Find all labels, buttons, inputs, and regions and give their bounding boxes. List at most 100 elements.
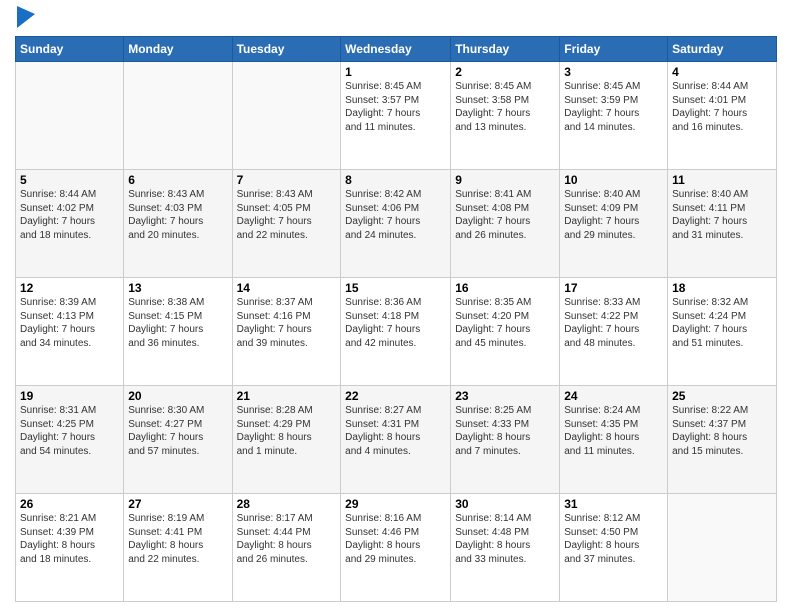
- day-number: 3: [564, 65, 663, 79]
- day-info: Sunrise: 8:45 AM Sunset: 3:58 PM Dayligh…: [455, 80, 555, 134]
- calendar-day-cell: 30Sunrise: 8:14 AM Sunset: 4:48 PM Dayli…: [451, 494, 560, 602]
- calendar-table: SundayMondayTuesdayWednesdayThursdayFrid…: [15, 36, 777, 602]
- calendar-week-row: 26Sunrise: 8:21 AM Sunset: 4:39 PM Dayli…: [16, 494, 777, 602]
- day-info: Sunrise: 8:35 AM Sunset: 4:20 PM Dayligh…: [455, 296, 555, 350]
- calendar-day-cell: 13Sunrise: 8:38 AM Sunset: 4:15 PM Dayli…: [124, 278, 232, 386]
- day-number: 11: [672, 173, 772, 187]
- logo-icon: [17, 6, 35, 28]
- day-number: 2: [455, 65, 555, 79]
- day-number: 31: [564, 497, 663, 511]
- day-number: 25: [672, 389, 772, 403]
- calendar-day-cell: 29Sunrise: 8:16 AM Sunset: 4:46 PM Dayli…: [341, 494, 451, 602]
- day-info: Sunrise: 8:17 AM Sunset: 4:44 PM Dayligh…: [237, 512, 337, 566]
- day-info: Sunrise: 8:36 AM Sunset: 4:18 PM Dayligh…: [345, 296, 446, 350]
- calendar-header-row: SundayMondayTuesdayWednesdayThursdayFrid…: [16, 37, 777, 62]
- day-info: Sunrise: 8:43 AM Sunset: 4:05 PM Dayligh…: [237, 188, 337, 242]
- day-number: 7: [237, 173, 337, 187]
- day-info: Sunrise: 8:44 AM Sunset: 4:01 PM Dayligh…: [672, 80, 772, 134]
- day-info: Sunrise: 8:39 AM Sunset: 4:13 PM Dayligh…: [20, 296, 119, 350]
- calendar-day-cell: 10Sunrise: 8:40 AM Sunset: 4:09 PM Dayli…: [560, 170, 668, 278]
- calendar-week-row: 5Sunrise: 8:44 AM Sunset: 4:02 PM Daylig…: [16, 170, 777, 278]
- calendar-day-cell: 7Sunrise: 8:43 AM Sunset: 4:05 PM Daylig…: [232, 170, 341, 278]
- day-number: 16: [455, 281, 555, 295]
- day-info: Sunrise: 8:30 AM Sunset: 4:27 PM Dayligh…: [128, 404, 227, 458]
- calendar-day-cell: 23Sunrise: 8:25 AM Sunset: 4:33 PM Dayli…: [451, 386, 560, 494]
- day-info: Sunrise: 8:32 AM Sunset: 4:24 PM Dayligh…: [672, 296, 772, 350]
- day-number: 13: [128, 281, 227, 295]
- day-info: Sunrise: 8:37 AM Sunset: 4:16 PM Dayligh…: [237, 296, 337, 350]
- day-number: 18: [672, 281, 772, 295]
- day-number: 8: [345, 173, 446, 187]
- weekday-header: Friday: [560, 37, 668, 62]
- day-number: 22: [345, 389, 446, 403]
- day-number: 23: [455, 389, 555, 403]
- calendar-day-cell: [124, 62, 232, 170]
- day-info: Sunrise: 8:33 AM Sunset: 4:22 PM Dayligh…: [564, 296, 663, 350]
- day-info: Sunrise: 8:28 AM Sunset: 4:29 PM Dayligh…: [237, 404, 337, 458]
- day-info: Sunrise: 8:12 AM Sunset: 4:50 PM Dayligh…: [564, 512, 663, 566]
- calendar-day-cell: 20Sunrise: 8:30 AM Sunset: 4:27 PM Dayli…: [124, 386, 232, 494]
- calendar-day-cell: 19Sunrise: 8:31 AM Sunset: 4:25 PM Dayli…: [16, 386, 124, 494]
- day-number: 5: [20, 173, 119, 187]
- calendar-day-cell: 15Sunrise: 8:36 AM Sunset: 4:18 PM Dayli…: [341, 278, 451, 386]
- calendar-day-cell: [16, 62, 124, 170]
- day-number: 27: [128, 497, 227, 511]
- weekday-header: Monday: [124, 37, 232, 62]
- day-info: Sunrise: 8:40 AM Sunset: 4:11 PM Dayligh…: [672, 188, 772, 242]
- calendar-week-row: 12Sunrise: 8:39 AM Sunset: 4:13 PM Dayli…: [16, 278, 777, 386]
- calendar-week-row: 19Sunrise: 8:31 AM Sunset: 4:25 PM Dayli…: [16, 386, 777, 494]
- weekday-header: Wednesday: [341, 37, 451, 62]
- weekday-header: Tuesday: [232, 37, 341, 62]
- day-number: 19: [20, 389, 119, 403]
- day-number: 12: [20, 281, 119, 295]
- calendar-day-cell: 14Sunrise: 8:37 AM Sunset: 4:16 PM Dayli…: [232, 278, 341, 386]
- calendar-day-cell: 17Sunrise: 8:33 AM Sunset: 4:22 PM Dayli…: [560, 278, 668, 386]
- day-info: Sunrise: 8:43 AM Sunset: 4:03 PM Dayligh…: [128, 188, 227, 242]
- calendar-day-cell: 21Sunrise: 8:28 AM Sunset: 4:29 PM Dayli…: [232, 386, 341, 494]
- day-info: Sunrise: 8:45 AM Sunset: 3:57 PM Dayligh…: [345, 80, 446, 134]
- day-info: Sunrise: 8:42 AM Sunset: 4:06 PM Dayligh…: [345, 188, 446, 242]
- calendar-day-cell: 27Sunrise: 8:19 AM Sunset: 4:41 PM Dayli…: [124, 494, 232, 602]
- day-number: 29: [345, 497, 446, 511]
- day-info: Sunrise: 8:14 AM Sunset: 4:48 PM Dayligh…: [455, 512, 555, 566]
- calendar-day-cell: 22Sunrise: 8:27 AM Sunset: 4:31 PM Dayli…: [341, 386, 451, 494]
- day-number: 15: [345, 281, 446, 295]
- calendar-day-cell: 18Sunrise: 8:32 AM Sunset: 4:24 PM Dayli…: [668, 278, 777, 386]
- page: SundayMondayTuesdayWednesdayThursdayFrid…: [0, 0, 792, 612]
- calendar-day-cell: 16Sunrise: 8:35 AM Sunset: 4:20 PM Dayli…: [451, 278, 560, 386]
- calendar-day-cell: 31Sunrise: 8:12 AM Sunset: 4:50 PM Dayli…: [560, 494, 668, 602]
- weekday-header: Sunday: [16, 37, 124, 62]
- logo: [15, 10, 35, 28]
- calendar-day-cell: 11Sunrise: 8:40 AM Sunset: 4:11 PM Dayli…: [668, 170, 777, 278]
- day-number: 21: [237, 389, 337, 403]
- calendar-day-cell: 12Sunrise: 8:39 AM Sunset: 4:13 PM Dayli…: [16, 278, 124, 386]
- day-info: Sunrise: 8:19 AM Sunset: 4:41 PM Dayligh…: [128, 512, 227, 566]
- day-info: Sunrise: 8:25 AM Sunset: 4:33 PM Dayligh…: [455, 404, 555, 458]
- day-number: 17: [564, 281, 663, 295]
- day-number: 6: [128, 173, 227, 187]
- day-info: Sunrise: 8:31 AM Sunset: 4:25 PM Dayligh…: [20, 404, 119, 458]
- weekday-header: Thursday: [451, 37, 560, 62]
- day-number: 30: [455, 497, 555, 511]
- header: [15, 10, 777, 28]
- calendar-day-cell: 9Sunrise: 8:41 AM Sunset: 4:08 PM Daylig…: [451, 170, 560, 278]
- calendar-day-cell: 6Sunrise: 8:43 AM Sunset: 4:03 PM Daylig…: [124, 170, 232, 278]
- day-info: Sunrise: 8:16 AM Sunset: 4:46 PM Dayligh…: [345, 512, 446, 566]
- day-info: Sunrise: 8:41 AM Sunset: 4:08 PM Dayligh…: [455, 188, 555, 242]
- day-number: 1: [345, 65, 446, 79]
- day-info: Sunrise: 8:38 AM Sunset: 4:15 PM Dayligh…: [128, 296, 227, 350]
- day-info: Sunrise: 8:24 AM Sunset: 4:35 PM Dayligh…: [564, 404, 663, 458]
- day-info: Sunrise: 8:44 AM Sunset: 4:02 PM Dayligh…: [20, 188, 119, 242]
- day-number: 24: [564, 389, 663, 403]
- day-number: 20: [128, 389, 227, 403]
- calendar-day-cell: 26Sunrise: 8:21 AM Sunset: 4:39 PM Dayli…: [16, 494, 124, 602]
- day-number: 4: [672, 65, 772, 79]
- calendar-day-cell: 3Sunrise: 8:45 AM Sunset: 3:59 PM Daylig…: [560, 62, 668, 170]
- day-number: 26: [20, 497, 119, 511]
- calendar-day-cell: 1Sunrise: 8:45 AM Sunset: 3:57 PM Daylig…: [341, 62, 451, 170]
- calendar-day-cell: [668, 494, 777, 602]
- calendar-day-cell: 25Sunrise: 8:22 AM Sunset: 4:37 PM Dayli…: [668, 386, 777, 494]
- calendar-week-row: 1Sunrise: 8:45 AM Sunset: 3:57 PM Daylig…: [16, 62, 777, 170]
- day-info: Sunrise: 8:21 AM Sunset: 4:39 PM Dayligh…: [20, 512, 119, 566]
- calendar-day-cell: 24Sunrise: 8:24 AM Sunset: 4:35 PM Dayli…: [560, 386, 668, 494]
